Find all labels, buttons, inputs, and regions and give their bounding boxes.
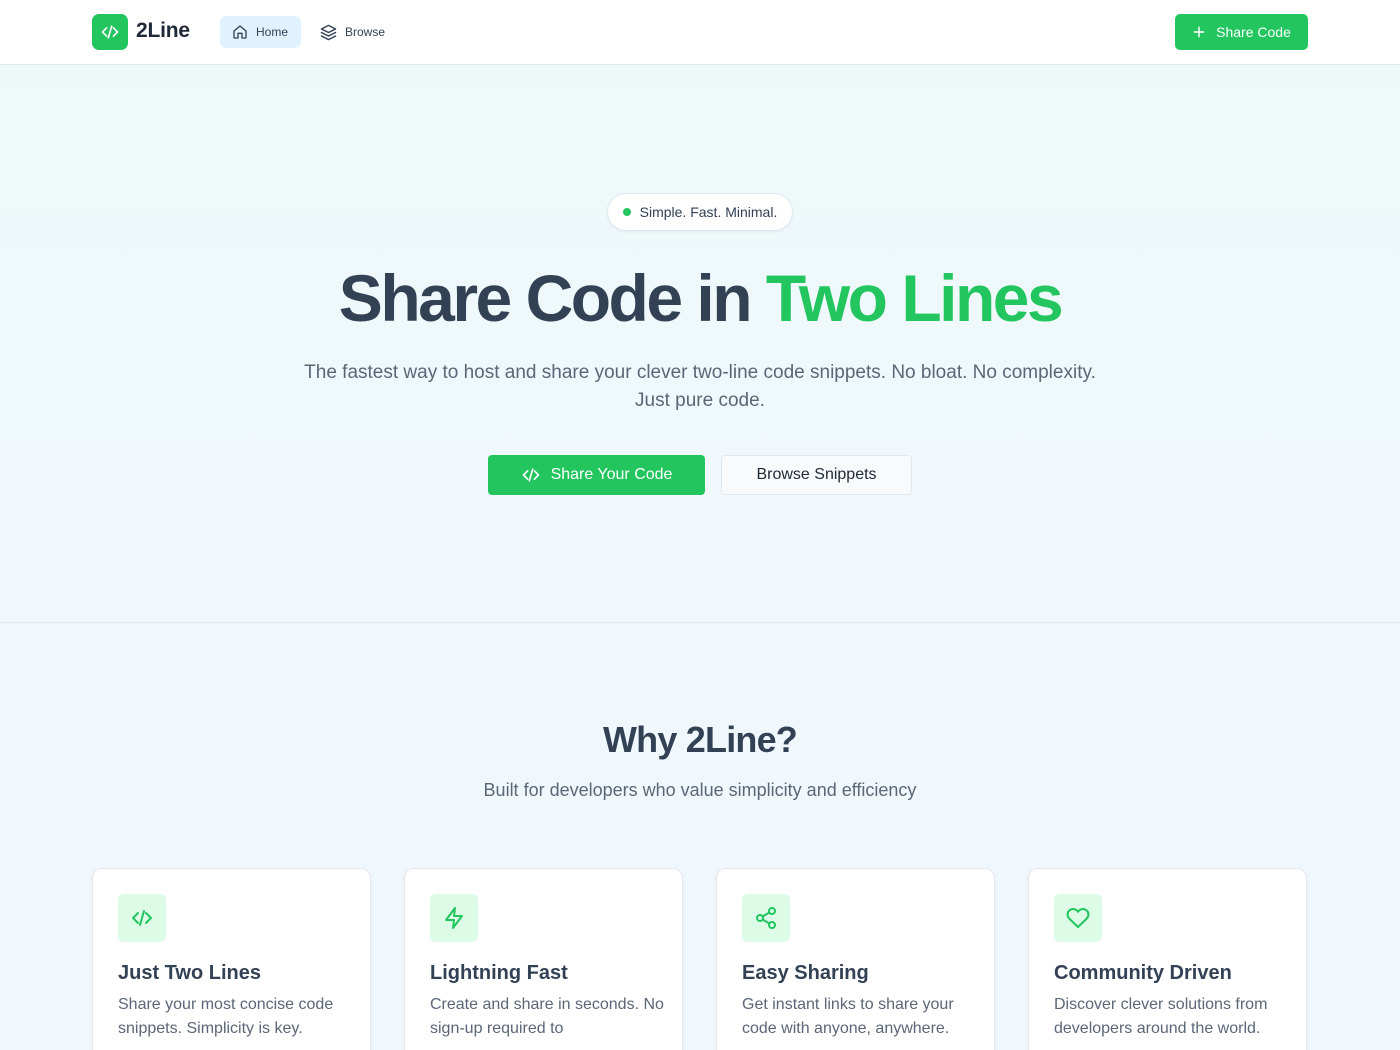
feature-card-text: Discover clever solutions from developer… bbox=[1054, 996, 1268, 1037]
feature-card-easy-sharing: Easy Sharing Get instant links to share … bbox=[716, 868, 995, 1050]
logo-icon[interactable] bbox=[92, 14, 128, 50]
browse-snippets-button[interactable]: Browse Snippets bbox=[721, 455, 912, 495]
feature-card-title: Just Two Lines bbox=[118, 962, 261, 984]
feature-card-text: Get instant links to share your code wit… bbox=[742, 996, 954, 1037]
code-icon bbox=[521, 465, 541, 485]
home-icon bbox=[232, 24, 248, 40]
tagline-pill: Simple. Fast. Minimal. bbox=[607, 193, 793, 231]
share-icon bbox=[742, 894, 790, 942]
browse-snippets-label: Browse Snippets bbox=[756, 466, 877, 483]
feature-card-two-lines: Just Two Lines Share your most concise c… bbox=[92, 868, 371, 1050]
heart-icon bbox=[1054, 894, 1102, 942]
feature-card-community-driven: Community Driven Discover clever solutio… bbox=[1028, 868, 1307, 1050]
hero-title: Share Code in Two Lines bbox=[0, 258, 1400, 338]
layers-icon bbox=[320, 24, 337, 41]
share-your-code-label: Share Your Code bbox=[550, 466, 673, 483]
lightning-icon bbox=[430, 894, 478, 942]
hero-title-accent: Two Lines bbox=[765, 261, 1064, 335]
feature-card-title: Community Driven bbox=[1054, 962, 1232, 984]
feature-card-title: Easy Sharing bbox=[742, 962, 869, 984]
hero-section bbox=[0, 65, 1400, 623]
share-code-button[interactable]: Share Code bbox=[1175, 14, 1308, 50]
hero-title-main: Share Code in bbox=[338, 261, 766, 335]
code-icon bbox=[118, 894, 166, 942]
nav-browse[interactable]: Browse bbox=[308, 16, 397, 48]
features-title: Why 2Line? bbox=[602, 719, 798, 760]
plus-icon bbox=[1192, 25, 1206, 39]
feature-card-lightning-fast: Lightning Fast Create and share in secon… bbox=[404, 868, 683, 1050]
feature-card-text: Share your most concise code snippets. S… bbox=[118, 996, 334, 1037]
share-your-code-button[interactable]: Share Your Code bbox=[488, 455, 705, 495]
features-subtitle: Built for developers who value simplicit… bbox=[483, 780, 917, 800]
tagline-text: Simple. Fast. Minimal. bbox=[639, 204, 778, 220]
share-code-label: Share Code bbox=[1216, 24, 1291, 40]
nav-home[interactable]: Home bbox=[220, 16, 301, 48]
feature-card-text: Create and share in seconds. No sign-up … bbox=[430, 996, 664, 1037]
nav-browse-label: Browse bbox=[345, 25, 386, 39]
hero-subtitle: The fastest way to host and share your c… bbox=[304, 362, 1096, 411]
feature-card-title: Lightning Fast bbox=[430, 962, 568, 984]
logo-text[interactable]: 2Line bbox=[136, 19, 190, 43]
nav-home-label: Home bbox=[256, 25, 289, 39]
site-header: 2Line Home Browse Share Code bbox=[0, 0, 1400, 65]
status-dot-icon bbox=[622, 208, 631, 216]
